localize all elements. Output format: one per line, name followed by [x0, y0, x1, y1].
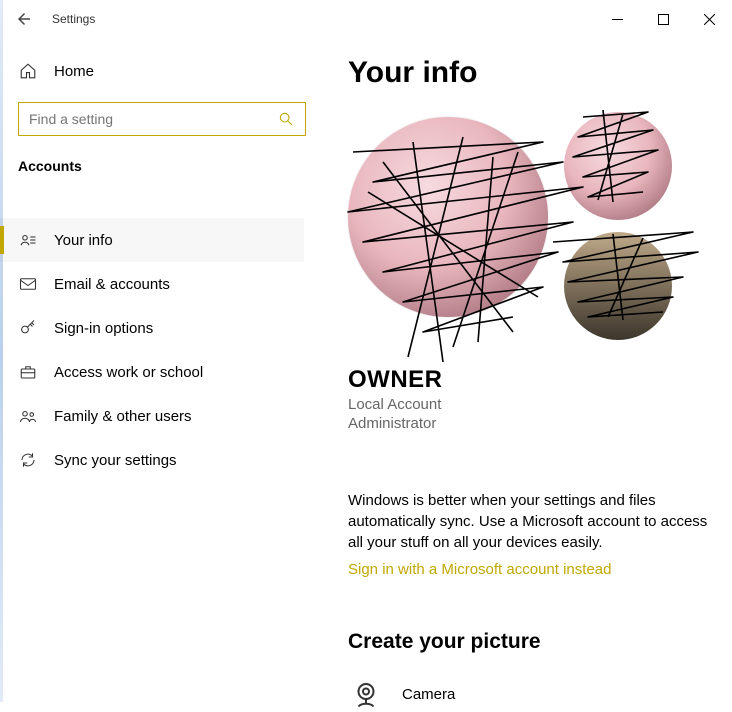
sidebar-item-email-accounts[interactable]: Email & accounts — [0, 262, 304, 306]
maximize-icon — [658, 14, 669, 25]
profile-picture-large[interactable] — [348, 117, 548, 317]
sign-in-microsoft-link[interactable]: Sign in with a Microsoft account instead — [348, 561, 714, 578]
camera-icon — [348, 676, 384, 712]
sidebar-item-label: Email & accounts — [54, 276, 170, 293]
sidebar-item-sync-settings[interactable]: Sync your settings — [0, 438, 304, 482]
profile-picture-thumbnail-1[interactable] — [564, 112, 672, 220]
profile-picture-thumbnail-2[interactable] — [564, 232, 672, 340]
key-icon — [18, 318, 38, 338]
home-button[interactable]: Home — [18, 50, 304, 92]
create-picture-heading: Create your picture — [348, 630, 714, 654]
briefcase-icon — [18, 362, 38, 382]
sidebar-item-label: Sync your settings — [54, 452, 177, 469]
window-title: Settings — [52, 12, 95, 26]
camera-button[interactable]: Camera — [348, 676, 714, 712]
sync-message: Windows is better when your settings and… — [348, 490, 708, 553]
search-box[interactable] — [18, 102, 306, 136]
account-type: Local Account — [348, 396, 714, 413]
search-input[interactable] — [29, 111, 277, 127]
sidebar-item-label: Access work or school — [54, 364, 203, 381]
sidebar-item-access-work-school[interactable]: Access work or school — [0, 350, 304, 394]
minimize-icon — [612, 14, 623, 25]
sidebar-item-family-users[interactable]: Family & other users — [0, 394, 304, 438]
home-label: Home — [54, 63, 94, 80]
close-icon — [704, 14, 715, 25]
people-icon — [18, 406, 38, 426]
close-button[interactable] — [686, 3, 732, 35]
maximize-button[interactable] — [640, 3, 686, 35]
sidebar-item-label: Your info — [54, 232, 113, 249]
back-button[interactable] — [12, 7, 36, 31]
page-title: Your info — [348, 56, 714, 90]
camera-label: Camera — [402, 686, 455, 703]
sidebar-item-sign-in-options[interactable]: Sign-in options — [0, 306, 304, 350]
sidebar-item-label: Sign-in options — [54, 320, 153, 337]
user-name: OWNER — [348, 366, 714, 394]
search-icon — [277, 110, 295, 128]
account-role: Administrator — [348, 415, 714, 432]
sidebar-item-your-info[interactable]: Your info — [0, 218, 304, 262]
person-card-icon — [18, 230, 38, 250]
sidebar-item-label: Family & other users — [54, 408, 192, 425]
minimize-button[interactable] — [594, 3, 640, 35]
sync-icon — [18, 450, 38, 470]
back-arrow-icon — [15, 10, 33, 28]
home-icon — [18, 61, 38, 81]
mail-icon — [18, 274, 38, 294]
category-label: Accounts — [18, 158, 304, 174]
